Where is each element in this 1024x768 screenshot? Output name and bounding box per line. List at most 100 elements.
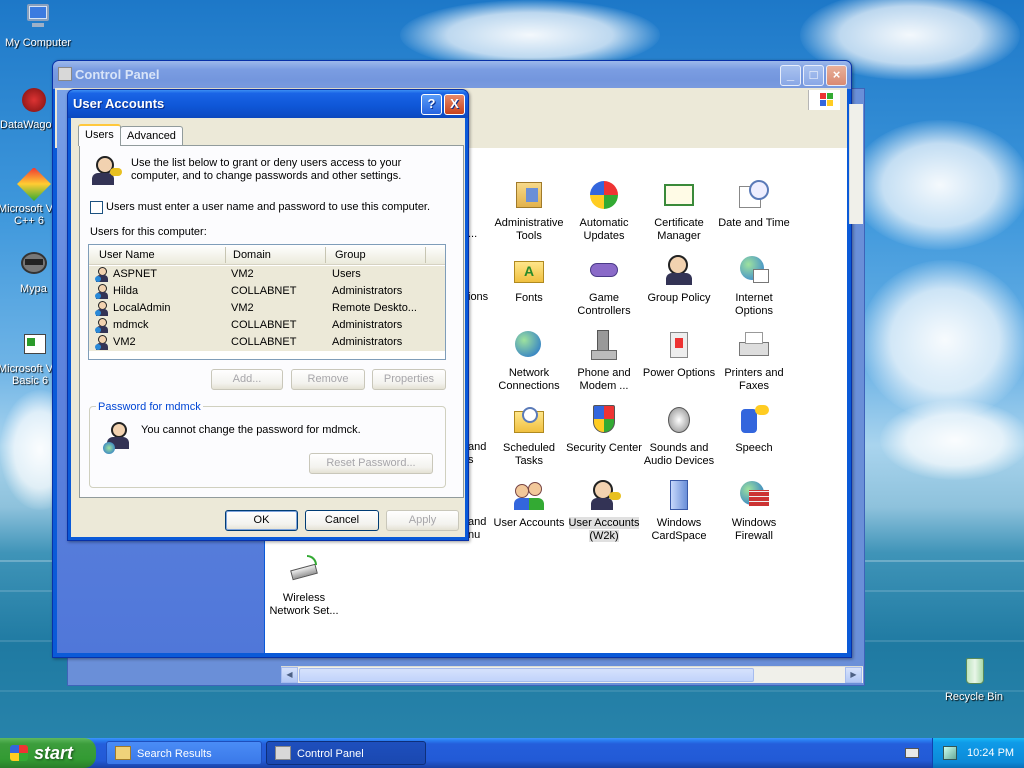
cp-item-power-options[interactable]: Power Options bbox=[640, 328, 718, 380]
network-tray-icon[interactable] bbox=[943, 746, 957, 760]
clipped-label: ions bbox=[468, 291, 489, 303]
remove-user-button[interactable]: Remove bbox=[291, 369, 365, 390]
certificate-manager-icon bbox=[662, 178, 696, 212]
scheduled-tasks-icon bbox=[512, 403, 546, 437]
desktop-icon-label: Recycle Bin bbox=[944, 691, 1004, 703]
computer-icon bbox=[22, 2, 54, 34]
cell-domain: VM2 bbox=[231, 268, 254, 280]
column-header-domain[interactable]: Domain bbox=[233, 249, 271, 261]
cp-item-fonts[interactable]: A Fonts bbox=[490, 253, 568, 305]
dialog-titlebar[interactable]: User Accounts ? X bbox=[68, 90, 468, 118]
horizontal-scrollbar[interactable]: ◀ ▶ bbox=[281, 666, 863, 683]
table-row[interactable]: LocalAdmin VM2 Remote Deskto... bbox=[89, 300, 445, 317]
require-password-checkbox[interactable] bbox=[90, 201, 103, 214]
security-shield-icon bbox=[587, 403, 621, 437]
control-panel-icon bbox=[275, 746, 291, 760]
maximize-button[interactable]: □ bbox=[803, 65, 824, 86]
visual-studio-icon bbox=[17, 168, 51, 201]
scroll-thumb[interactable] bbox=[299, 668, 754, 682]
internet-options-icon bbox=[737, 253, 771, 287]
firewall-icon bbox=[737, 478, 771, 512]
user-icon bbox=[95, 267, 109, 282]
task-search-results[interactable]: Search Results bbox=[106, 741, 262, 765]
cell-domain: COLLABNET bbox=[231, 285, 297, 297]
password-groupbox bbox=[89, 406, 446, 488]
close-button[interactable]: × bbox=[826, 65, 847, 86]
cell-user-name: Hilda bbox=[113, 285, 139, 297]
cell-group: Administrators bbox=[332, 319, 403, 331]
cp-item-speech[interactable]: Speech bbox=[715, 403, 793, 455]
cancel-button[interactable]: Cancel bbox=[305, 510, 379, 531]
reset-password-button[interactable]: Reset Password... bbox=[309, 453, 433, 474]
wireless-network-icon bbox=[287, 553, 321, 587]
cp-item-group-policy[interactable]: Group Policy bbox=[640, 253, 718, 305]
cp-item-game-controllers[interactable]: Game Controllers bbox=[565, 253, 643, 318]
clipped-label: and bbox=[468, 516, 487, 528]
cp-item-sounds-audio[interactable]: Sounds and Audio Devices bbox=[640, 403, 718, 468]
cp-item-windows-firewall[interactable]: Windows Firewall bbox=[715, 478, 793, 543]
table-row[interactable]: ASPNET VM2 Users bbox=[89, 266, 445, 283]
cell-domain: COLLABNET bbox=[231, 336, 297, 348]
speaker-icon bbox=[662, 403, 696, 437]
password-group-label: Password for mdmck bbox=[96, 401, 203, 413]
cp-item-user-accounts-w2k[interactable]: User Accounts (W2k) bbox=[565, 478, 643, 543]
task-control-panel[interactable]: Control Panel bbox=[266, 741, 426, 765]
table-row[interactable]: VM2 COLLABNET Administrators bbox=[89, 334, 445, 351]
user-icon bbox=[95, 335, 109, 350]
fonts-folder-icon: A bbox=[512, 253, 546, 287]
clock[interactable]: 10:24 PM bbox=[967, 747, 1014, 759]
desktop-icon-my-computer[interactable]: My Computer bbox=[0, 2, 76, 49]
clipped-label: ... bbox=[468, 228, 478, 240]
ok-button[interactable]: OK bbox=[225, 510, 298, 531]
users-list[interactable]: User Name Domain Group ASPNET VM2 Users Hil… bbox=[88, 244, 446, 360]
cp-item-user-accounts[interactable]: User Accounts bbox=[490, 478, 568, 530]
power-options-icon bbox=[662, 328, 696, 362]
add-user-button[interactable]: Add... bbox=[211, 369, 283, 390]
cp-item-administrative-tools[interactable]: Administrative Tools bbox=[490, 178, 568, 243]
windows-flag-icon bbox=[10, 745, 28, 761]
cp-item-automatic-updates[interactable]: Automatic Updates bbox=[565, 178, 643, 243]
column-header-group[interactable]: Group bbox=[335, 249, 366, 261]
tab-advanced[interactable]: Advanced bbox=[120, 126, 183, 146]
windows-logo-icon bbox=[808, 90, 840, 110]
phone-modem-icon bbox=[587, 328, 621, 362]
cell-group: Remote Deskto... bbox=[332, 302, 417, 314]
dialog-title: User Accounts bbox=[73, 96, 165, 111]
dialog-close-button[interactable]: X bbox=[444, 94, 465, 115]
user-accounts-icon bbox=[512, 478, 546, 512]
scroll-right-button[interactable]: ▶ bbox=[845, 667, 862, 683]
keyboard-icon[interactable] bbox=[905, 748, 919, 758]
cp-item-phone-modem[interactable]: Phone and Modem ... bbox=[565, 328, 643, 393]
speech-icon bbox=[737, 403, 771, 437]
clipped-label: and bbox=[468, 441, 487, 453]
cp-item-printers-faxes[interactable]: Printers and Faxes bbox=[715, 328, 793, 393]
properties-button[interactable]: Properties bbox=[372, 369, 446, 390]
desktop-icon-recycle-bin[interactable]: Recycle Bin bbox=[936, 656, 1012, 703]
cp-item-internet-options[interactable]: Internet Options bbox=[715, 253, 793, 318]
cp-item-date-time[interactable]: Date and Time bbox=[715, 178, 793, 230]
user-accounts-key-icon bbox=[587, 478, 621, 512]
minimize-button[interactable]: _ bbox=[780, 65, 801, 86]
cp-item-windows-cardspace[interactable]: Windows CardSpace bbox=[640, 478, 718, 543]
cp-item-wireless-network[interactable]: Wireless Network Set... bbox=[265, 553, 343, 618]
column-header-user-name[interactable]: User Name bbox=[99, 249, 155, 261]
control-panel-titlebar[interactable]: Control Panel _ □ × bbox=[53, 61, 851, 89]
user-icon bbox=[95, 318, 109, 333]
help-button[interactable]: ? bbox=[421, 94, 442, 115]
users-icon bbox=[90, 156, 122, 186]
tab-users[interactable]: Users bbox=[78, 124, 121, 146]
users-list-label: Users for this computer: bbox=[90, 226, 207, 238]
automatic-updates-icon bbox=[587, 178, 621, 212]
system-tray: 10:24 PM bbox=[932, 738, 1024, 768]
cp-item-certificate-manager[interactable]: Certificate Manager bbox=[640, 178, 718, 243]
require-password-label: Users must enter a user name and passwor… bbox=[106, 201, 431, 213]
table-row[interactable]: Hilda COLLABNET Administrators bbox=[89, 283, 445, 300]
table-row[interactable]: mdmck COLLABNET Administrators bbox=[89, 317, 445, 334]
apply-button[interactable]: Apply bbox=[386, 510, 459, 531]
scroll-left-button[interactable]: ◀ bbox=[281, 667, 298, 683]
cp-item-security-center[interactable]: Security Center bbox=[565, 403, 643, 455]
start-button[interactable]: start bbox=[0, 738, 96, 768]
cp-item-scheduled-tasks[interactable]: Scheduled Tasks bbox=[490, 403, 568, 468]
cp-item-network-connections[interactable]: Network Connections bbox=[490, 328, 568, 393]
window-icon bbox=[58, 67, 72, 81]
